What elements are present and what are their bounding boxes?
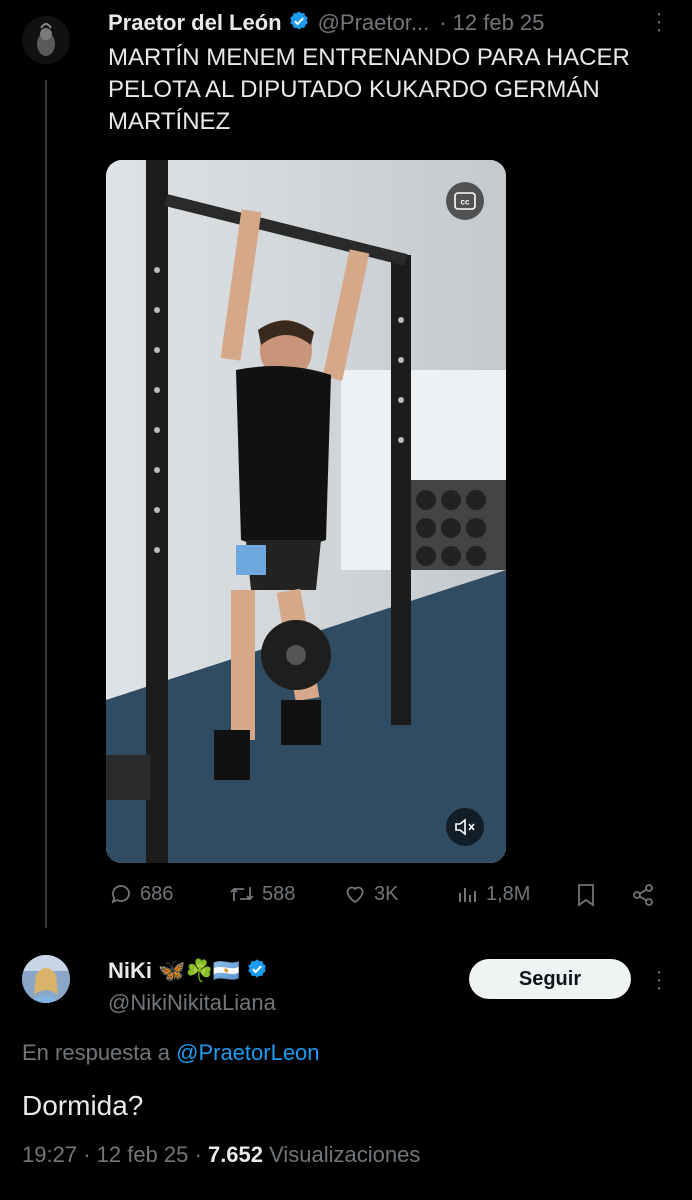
more-options-icon[interactable]: · · ·	[654, 4, 664, 40]
tweet-text: MARTÍN MENEM ENTRENANDO PARA HACER PELOT…	[108, 44, 630, 135]
reply-date[interactable]: · 12 feb 25 ·	[83, 1142, 202, 1167]
verified-badge-icon	[246, 958, 268, 985]
retweet-icon	[230, 887, 254, 901]
reply-to-handle-link[interactable]: @PraetorLeon	[176, 1040, 319, 1065]
tweet-date[interactable]: · 12 feb 25	[439, 10, 544, 36]
video-player[interactable]: cc	[106, 160, 506, 863]
reply-author-handle[interactable]: @NikiNikitaLiana	[108, 990, 276, 1016]
speaker-muted-icon	[455, 818, 475, 836]
share-action[interactable]	[630, 882, 656, 908]
captions-icon: cc	[454, 192, 476, 210]
reply-author-name[interactable]: NiKi 🦋☘️🇦🇷	[108, 958, 240, 984]
heart-icon	[346, 886, 364, 904]
reply-time[interactable]: 19:27	[22, 1142, 77, 1167]
reply-author-avatar[interactable]	[22, 955, 70, 1003]
share-icon	[633, 884, 653, 906]
reply-meta: 19:27 · 12 feb 25 · 7.652 Visualizacione…	[22, 1142, 420, 1168]
reply-views-count: 7.652	[207, 1142, 264, 1167]
like-count: 3K	[374, 882, 399, 905]
like-action[interactable]: 3K	[342, 882, 398, 906]
reply-to-prefix: En respuesta a	[22, 1040, 170, 1065]
views-bar-chart-icon	[459, 888, 476, 902]
svg-text:cc: cc	[461, 198, 470, 207]
author-avatar[interactable]	[22, 16, 70, 64]
author-handle[interactable]: @Praetor...	[318, 10, 430, 36]
views-action[interactable]: 1,8M	[456, 882, 530, 906]
reply-header: NiKi 🦋☘️🇦🇷	[108, 957, 268, 985]
reply-more-options-icon[interactable]: · · ·	[654, 962, 664, 998]
video-frame	[106, 160, 506, 863]
mute-button[interactable]	[446, 808, 484, 846]
retweet-action[interactable]: 588	[228, 882, 295, 906]
reply-context: En respuesta a @PraetorLeon	[22, 1040, 320, 1066]
thread-line	[45, 80, 47, 928]
follow-button[interactable]: Seguir	[469, 959, 631, 999]
reply-views-label[interactable]: Visualizaciones	[269, 1142, 420, 1167]
verified-badge-icon	[288, 10, 310, 37]
bookmark-action[interactable]	[574, 882, 598, 908]
tweet-header: Praetor del León @Praetor... · 12 feb 25	[108, 8, 544, 38]
reply-count: 686	[140, 882, 174, 905]
retweet-count: 588	[262, 882, 296, 905]
captions-button[interactable]: cc	[446, 182, 484, 220]
reply-icon	[111, 885, 130, 904]
views-count: 1,8M	[486, 882, 531, 905]
author-name[interactable]: Praetor del León	[108, 10, 282, 36]
reply-action[interactable]: 686	[108, 882, 173, 906]
reply-text: Dormida?	[22, 1090, 144, 1121]
bookmark-icon	[578, 884, 594, 907]
